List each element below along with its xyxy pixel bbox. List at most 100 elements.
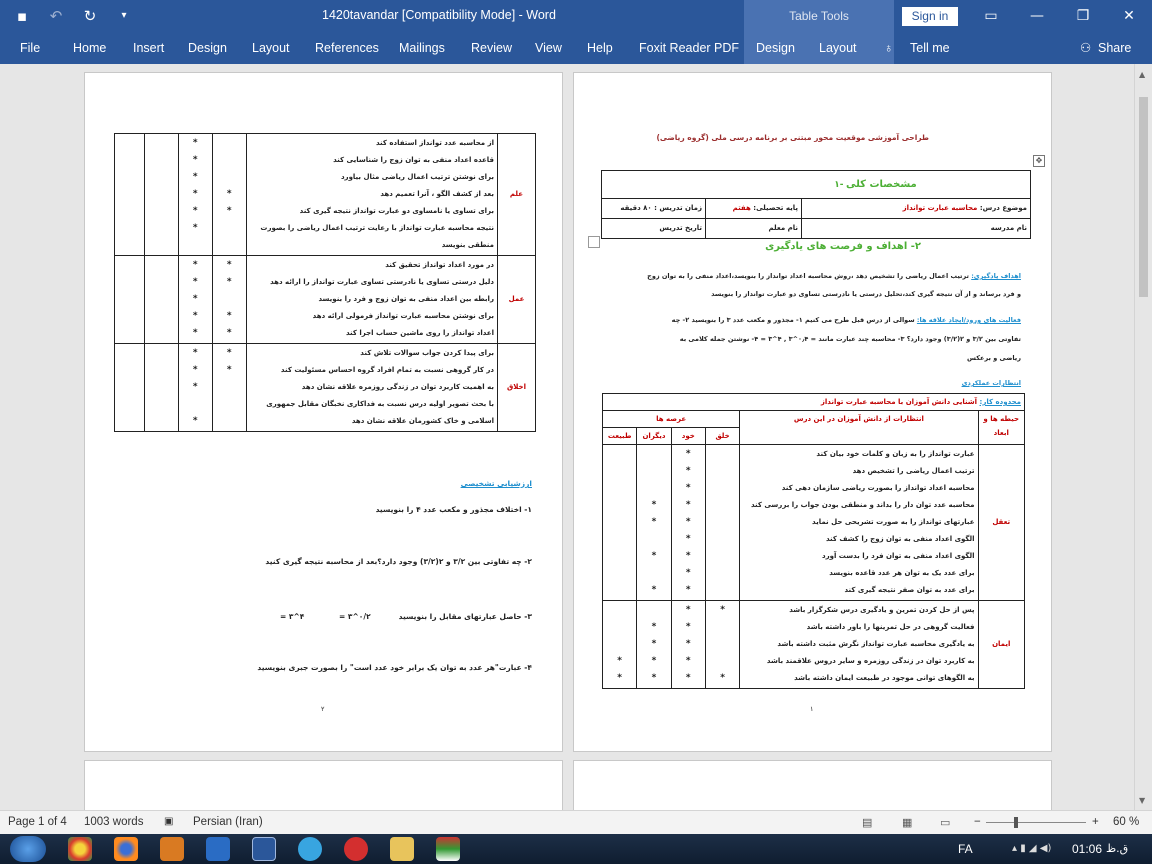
expectation-text: برای پیدا کردن جواب سوالات تلاش کند xyxy=(360,349,494,357)
question-3-expr-b: ۰/۲^۳ = xyxy=(339,612,371,621)
redo-icon[interactable]: ↻ xyxy=(80,6,100,26)
area-header: خود xyxy=(670,427,706,445)
maximize-icon[interactable]: ❐ xyxy=(1072,5,1094,27)
clock-ampm[interactable]: ق.ظ xyxy=(1106,842,1128,855)
proofing-icon[interactable]: ▣ xyxy=(164,816,173,827)
share-button[interactable]: Share xyxy=(1098,33,1131,64)
word-icon[interactable] xyxy=(252,837,276,861)
remote-desktop-icon[interactable] xyxy=(206,837,230,861)
tell-me-search[interactable]: Tell me xyxy=(910,33,950,64)
question-4: ۴- عبارت"هر عدد به توان یک برابر خود عدد… xyxy=(257,663,532,672)
app-icon[interactable] xyxy=(436,837,460,861)
ribbon-display-options-icon[interactable]: ▭ xyxy=(980,5,1002,27)
start-button-icon[interactable] xyxy=(10,836,46,862)
page-3 xyxy=(573,760,1052,810)
chrome-icon[interactable] xyxy=(68,837,92,861)
page-number: ۲ xyxy=(321,705,325,713)
expectation-text: به کاربرد توان در زندگی روزمره و سایر در… xyxy=(766,657,975,665)
app-icon[interactable] xyxy=(344,837,368,861)
expectation-text: رابطه بین اعداد منفی به توان زوج و فرد ر… xyxy=(318,295,494,303)
quick-access-toolbar: ▪ ↶ ↻ ▾ xyxy=(12,6,134,26)
tray-icons[interactable]: ▴ ▮ ◢ ◀) xyxy=(1012,843,1051,854)
zoom-out-icon[interactable]: − xyxy=(974,816,981,828)
undo-icon[interactable]: ↶ xyxy=(46,6,66,26)
page-count[interactable]: Page 1 of 4 xyxy=(8,816,67,828)
expectation-text: دلیل درستی تساوی یا نادرستی تساوی عبارت … xyxy=(270,278,494,286)
tab-review[interactable]: Review xyxy=(471,33,512,64)
zoom-slider-thumb[interactable] xyxy=(1014,817,1018,828)
tab-table-design[interactable]: Design xyxy=(744,33,806,64)
page-2: * * * * * * * * از محاسبه عدد توانداز استفاده … xyxy=(84,72,563,752)
taskbar: FA ▴ ▮ ◢ ◀) 01:06 ق.ظ xyxy=(0,834,1152,864)
expectation-text: برای عدد به توان صفر نتیجه گیری کند xyxy=(844,586,975,594)
file-explorer-icon[interactable] xyxy=(390,837,414,861)
general-info-table: مشخصات کلی -۱ زمان تدریس : ۸۰ دقیقه پایه… xyxy=(601,170,1031,239)
telegram-icon[interactable] xyxy=(298,837,322,861)
domain-label: ایمان xyxy=(977,600,1025,689)
expectation-text: برای نوشتن محاسبه عبارت توانداز فرمولی ا… xyxy=(312,312,494,320)
expectation-text: عبارت توانداز را به زبان و کلمات خود بیا… xyxy=(816,450,975,458)
activities-text: تفاوتی بین ۳/۲ و ۲(۳/۲) وجود دارد؟ ۳- مح… xyxy=(679,335,1021,343)
input-language[interactable]: FA xyxy=(958,842,973,856)
expectations-label: انتظارات عملکردی xyxy=(961,379,1021,387)
tab-file[interactable]: File xyxy=(20,33,40,64)
word-count[interactable]: 1003 words xyxy=(84,816,143,828)
customize-qat-icon[interactable]: ▾ xyxy=(114,6,134,26)
print-layout-icon[interactable]: ▦ xyxy=(902,816,912,829)
tab-mailings[interactable]: Mailings xyxy=(399,33,445,64)
read-mode-icon[interactable]: ▤ xyxy=(862,816,872,829)
school-label: نام مدرسه xyxy=(801,218,1031,239)
rows-1-cell: عبارت توانداز را به زبان و کلمات خود بیا… xyxy=(739,444,979,601)
zoom-slider[interactable] xyxy=(986,822,1086,823)
expectation-text: بعد از کشف الگو ، آنرا تعمیم دهد xyxy=(380,190,494,198)
scroll-up-icon[interactable]: ▲ xyxy=(1139,70,1145,79)
domain-header: حیطه ها و ابعاد xyxy=(977,410,1025,445)
tab-foxit-reader-pdf[interactable]: Foxit Reader PDF xyxy=(639,33,739,64)
tab-view[interactable]: View xyxy=(535,33,562,64)
tab-help[interactable]: Help xyxy=(587,33,613,64)
sign-in-button[interactable]: Sign in xyxy=(902,7,958,26)
app-icon[interactable] xyxy=(160,837,184,861)
tab-table-layout[interactable]: Layout xyxy=(806,33,894,64)
goals-table-continued: * * * * * * * * از محاسبه عدد توانداز استفاده … xyxy=(114,133,536,432)
close-icon[interactable]: ✕ xyxy=(1118,5,1140,27)
question-3-expr-a: ۴^۳ = xyxy=(280,612,305,621)
clock-time[interactable]: 01:06 xyxy=(1072,842,1102,856)
lightbulb-icon: ♁ xyxy=(884,41,894,55)
page-number: ۱ xyxy=(810,705,814,713)
vertical-scrollbar[interactable]: ▲ ▼ xyxy=(1134,64,1152,810)
section-1-number: -۱ xyxy=(834,179,844,190)
firefox-icon[interactable] xyxy=(114,837,138,861)
question-2: ۲- چه تفاوتی بین ۳/۲ و ۲(۳/۲) وجود دارد؟… xyxy=(265,557,532,566)
zoom-in-icon[interactable]: + xyxy=(1092,816,1099,828)
question-1: ۱- اختلاف مجذور و مکعب عدد ۴ را بنویسید xyxy=(375,505,532,514)
tab-home[interactable]: Home xyxy=(73,33,106,64)
ribbon-tabs: File Home Insert Design Layout Reference… xyxy=(0,33,1152,64)
expectation-text: از محاسبه عدد توانداز استفاده کند xyxy=(375,139,494,147)
expectation-text: ترتیب اعمال ریاضی را تشخیص دهد xyxy=(852,467,975,475)
web-layout-icon[interactable]: ▭ xyxy=(940,816,950,829)
scope-label: محدوده کار: xyxy=(979,398,1021,406)
language[interactable]: Persian (Iran) xyxy=(193,816,263,828)
question-3: ۳- حاصل عبارتهای مقابل را بنویسید xyxy=(398,612,532,621)
zoom-level[interactable]: 60 % xyxy=(1113,816,1139,828)
tab-layout[interactable]: Layout xyxy=(252,33,290,64)
page-4 xyxy=(84,760,563,810)
tab-design[interactable]: Design xyxy=(188,33,227,64)
table-move-handle-icon[interactable]: ✥ xyxy=(1033,155,1045,167)
section-2-title: ۲- اهداف و فرصت های یادگیری xyxy=(765,241,921,252)
learning-goals: اهداف یادگیری: ترتیب اعمال ریاضی را تشخی… xyxy=(601,267,1021,303)
save-icon[interactable]: ▪ xyxy=(12,6,32,26)
tab-references[interactable]: References xyxy=(315,33,379,64)
table-resize-handle[interactable] xyxy=(588,236,600,248)
scope-value: آشنایی دانش آموزان با محاسبه عبارت تواند… xyxy=(820,398,978,406)
expectation-text: محاسبه اعداد توانداز را بصورت ریاضی سازم… xyxy=(781,484,975,492)
teacher-label: نام معلم xyxy=(705,218,802,239)
scroll-down-icon[interactable]: ▼ xyxy=(1139,796,1145,805)
expectation-text: برای عدد یک به توان هر عدد قاعده بنویسد xyxy=(829,569,975,577)
expectation-text: نتیجه محاسبه عبارت توانداز با رعایت ترتی… xyxy=(260,224,494,249)
scroll-thumb[interactable] xyxy=(1139,97,1148,297)
minimize-icon[interactable]: — xyxy=(1026,5,1048,27)
expectation-text: اعداد توانداز را روی ماشین حساب اجرا کند xyxy=(345,329,494,337)
tab-insert[interactable]: Insert xyxy=(133,33,164,64)
